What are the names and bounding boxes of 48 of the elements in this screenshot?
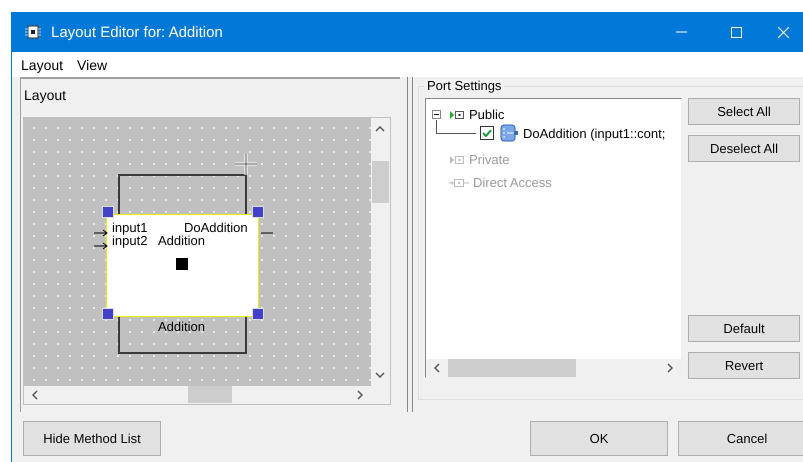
side-button[interactable]: Select All (688, 98, 800, 125)
window-title: Layout Editor for: Addition (51, 24, 223, 40)
block-name: Addition (158, 234, 205, 247)
minimize-icon[interactable] (676, 31, 687, 33)
panel-title: Layout (23, 86, 68, 105)
anchor-square (176, 258, 188, 270)
scroll-left-icon[interactable] (32, 390, 38, 400)
tree-item[interactable]: DoAddition (input1::cont; (523, 126, 666, 140)
menu-item[interactable]: Layout (21, 56, 64, 72)
resize-handle[interactable] (102, 308, 114, 320)
scroll-up-icon[interactable] (375, 126, 385, 132)
input-arrow-icon (94, 229, 108, 237)
collapse-toggle-icon[interactable] (432, 110, 441, 119)
horizontal-scrollbar[interactable] (426, 359, 681, 377)
resize-handle[interactable] (252, 308, 264, 320)
scroll-thumb[interactable] (448, 359, 576, 377)
input-arrow-icon (94, 242, 108, 250)
scroll-right-icon[interactable] (667, 363, 673, 373)
scroll-thumb[interactable] (188, 386, 232, 403)
method-icon (499, 124, 519, 142)
component-block[interactable] (106, 214, 259, 317)
checkbox[interactable] (480, 126, 494, 140)
side-button[interactable]: Default (688, 315, 800, 342)
dialog-button[interactable]: Cancel (678, 421, 803, 456)
input-port-label: input1 (112, 221, 148, 234)
dialog-button[interactable]: OK (530, 421, 668, 456)
side-button[interactable]: Revert (688, 352, 800, 379)
input-port-label: input2 (112, 234, 148, 247)
resize-handle[interactable] (102, 206, 114, 218)
close-icon[interactable] (778, 26, 789, 38)
group-title: Port Settings (424, 78, 504, 93)
output-line-icon (261, 232, 273, 234)
side-button[interactable]: Deselect All (688, 135, 800, 162)
menu-item[interactable]: View (77, 56, 108, 72)
scroll-down-icon[interactable] (375, 372, 385, 378)
scroll-thumb[interactable] (372, 161, 388, 203)
block-caption: Addition (158, 320, 205, 333)
chip-icon (25, 24, 41, 40)
tree-connector (436, 120, 476, 134)
splitter[interactable] (407, 77, 413, 412)
scroll-right-icon[interactable] (357, 390, 363, 400)
method-label: DoAddition (184, 221, 248, 234)
resize-handle[interactable] (252, 206, 264, 218)
hide-method-list-button[interactable]: Hide Method List (23, 421, 161, 456)
crosshair-cursor-icon (235, 153, 257, 175)
scroll-left-icon[interactable] (434, 363, 440, 373)
tree-item[interactable]: Public (469, 107, 504, 122)
maximize-icon[interactable] (731, 26, 742, 38)
